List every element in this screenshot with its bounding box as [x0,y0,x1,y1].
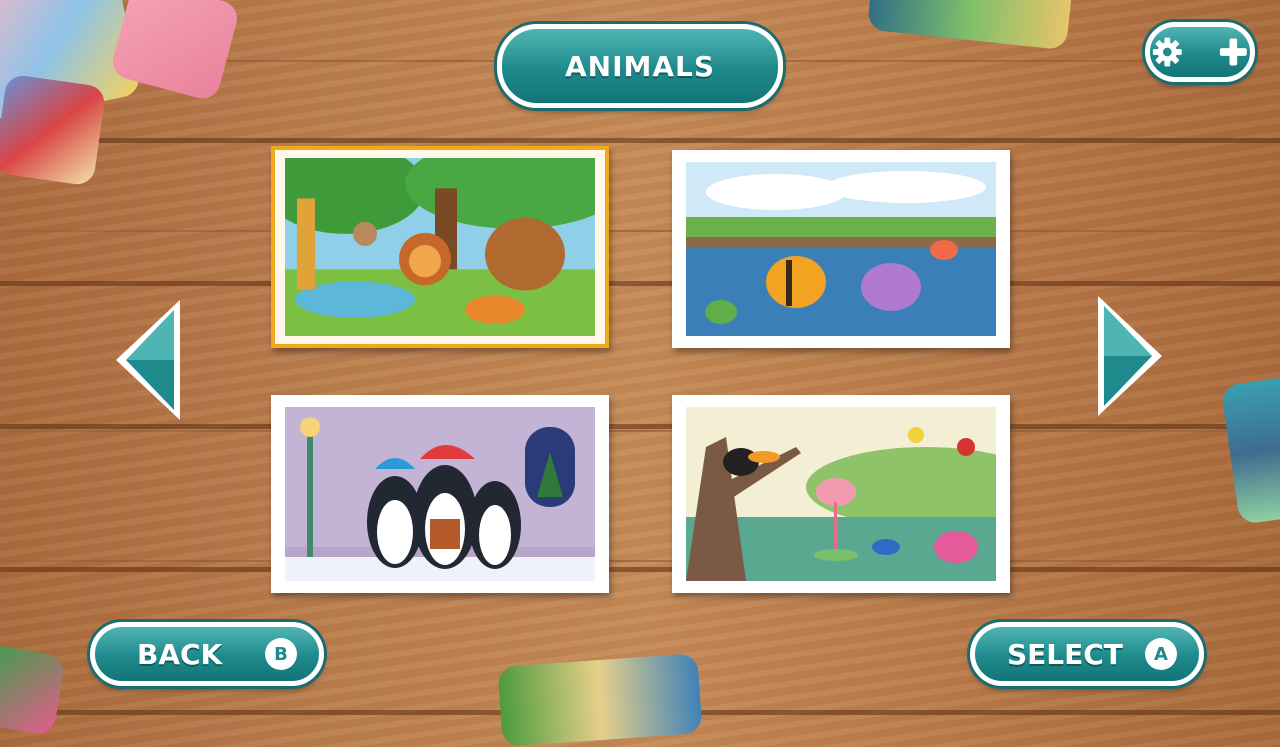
puzzle-card-jungle[interactable] [271,146,609,348]
puzzle-piece-decoration [497,653,703,747]
puzzle-thumbnail-penguins [285,407,595,581]
page-title-text: ANIMALS [564,49,716,83]
puzzle-card-pond[interactable] [672,150,1010,348]
puzzle-card-penguins[interactable] [271,395,609,593]
puzzle-piece-decoration [866,0,1074,51]
previous-page-arrow[interactable] [112,296,184,424]
back-button[interactable]: BACK B [90,622,324,686]
wood-grain [0,430,1280,432]
puzzle-piece-decoration [0,643,67,737]
select-button[interactable]: SELECT A [970,622,1204,686]
puzzle-thumbnail-birds [686,407,996,581]
puzzle-thumbnail-pond [686,162,996,336]
page-title: ANIMALS [497,24,783,108]
next-page-arrow[interactable] [1094,292,1166,420]
wood-grain [0,560,1280,562]
a-button-badge: A [1145,638,1177,670]
puzzle-piece-decoration [1220,375,1280,525]
plus-icon [1220,38,1248,66]
back-button-label: BACK [137,637,223,671]
gear-icon [1152,37,1182,67]
wood-grain [0,230,1280,232]
settings-button[interactable] [1145,22,1255,82]
puzzle-card-birds[interactable] [672,395,1010,593]
b-button-badge: B [265,638,297,670]
puzzle-thumbnail-jungle [285,158,595,336]
select-button-label: SELECT [1007,637,1123,671]
puzzle-piece-decoration [0,73,107,187]
